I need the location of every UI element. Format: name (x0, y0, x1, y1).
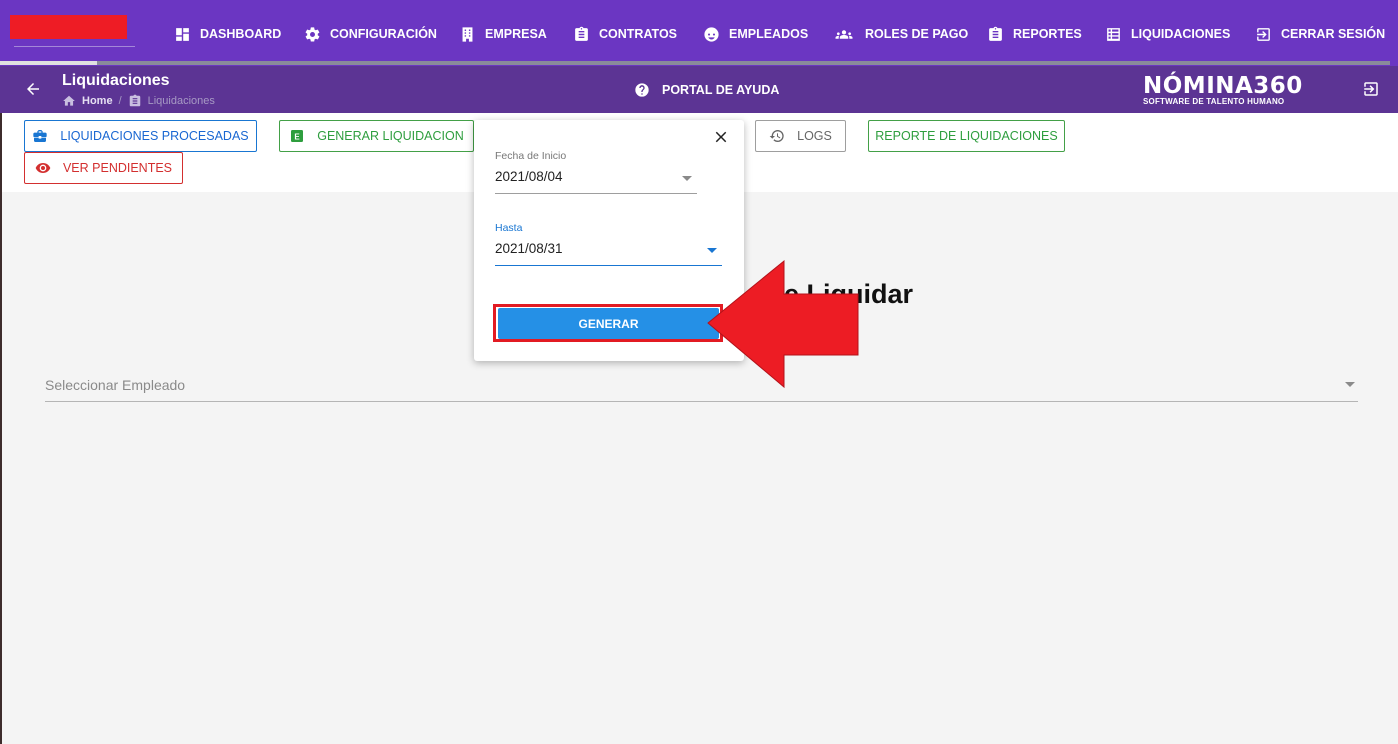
nav-progress-bar (0, 61, 1390, 65)
liquidaciones-procesadas-label: LIQUIDACIONES PROCESADAS (60, 129, 249, 143)
generar-liquidacion-label: GENERAR LIQUIDACION (317, 129, 464, 143)
start-date-value: 2021/08/04 (495, 169, 563, 184)
breadcrumb: Home / Liquidaciones (62, 94, 215, 108)
brand-tagline: SOFTWARE DE TALENTO HUMANO (1143, 97, 1285, 106)
ver-pendientes-label: VER PENDIENTES (62, 161, 173, 175)
nav-dashboard-label: DASHBOARD (200, 27, 282, 41)
end-date-input[interactable]: 2021/08/31 (495, 238, 722, 266)
eye-icon (35, 163, 51, 173)
nav-roles-de-pago[interactable]: ROLES DE PAGO (832, 24, 968, 44)
building-icon (462, 26, 473, 42)
dashboard-icon (176, 27, 189, 41)
gear-icon (305, 26, 320, 42)
page-title: Liquidaciones (62, 72, 170, 89)
history-icon (769, 130, 784, 142)
chevron-down-icon (707, 248, 717, 253)
reporte-liquidaciones-button[interactable]: REPORTE DE LIQUIDACIONES (868, 120, 1065, 152)
home-icon (63, 95, 75, 106)
close-button[interactable] (712, 128, 730, 146)
nav-empleados[interactable]: EMPLEADOS (703, 24, 808, 44)
svg-text:E: E (295, 132, 301, 141)
start-date-input[interactable]: 2021/08/04 (495, 166, 697, 194)
nav-liquidaciones[interactable]: LIQUIDACIONES (1105, 24, 1230, 44)
ver-pendientes-button[interactable]: VER PENDIENTES (24, 152, 183, 184)
nav-configuracion[interactable]: CONFIGURACIÓN (304, 24, 437, 44)
nav-roles-de-pago-label: ROLES DE PAGO (865, 27, 969, 41)
help-portal-link[interactable]: PORTAL DE AYUDA (634, 82, 779, 98)
logout-icon (1364, 82, 1378, 96)
liquidaciones-procesadas-button[interactable]: LIQUIDACIONES PROCESADAS (24, 120, 257, 152)
generate-button[interactable]: GENERAR (498, 308, 719, 339)
logo-divider (14, 46, 135, 47)
group-icon (835, 29, 853, 39)
end-date-field: Hasta 2021/08/31 (495, 222, 722, 266)
nav-configuracion-label: CONFIGURACIÓN (330, 27, 437, 41)
breadcrumb-separator: / (118, 95, 122, 107)
nav-contratos-label: CONTRATOS (599, 27, 678, 41)
start-date-label: Fecha de Inicio (495, 150, 567, 162)
generar-liquidacion-button[interactable]: E GENERAR LIQUIDACION (279, 120, 474, 152)
brand-name: NÓMINA360 (1143, 73, 1303, 99)
page-header: Liquidaciones Home / Liquidaciones PORTA… (0, 66, 1398, 113)
nav-contratos[interactable]: CONTRATOS (573, 24, 677, 44)
top-navbar: DASHBOARD CONFIGURACIÓN EMPRESA CONTRATO… (0, 0, 1398, 66)
nav-empleados-label: EMPLEADOS (729, 27, 809, 41)
main-heading: e Liquidar (784, 279, 914, 309)
chevron-down-icon (1345, 382, 1355, 387)
face-icon (704, 26, 719, 42)
end-date-value: 2021/08/31 (495, 241, 563, 256)
nav-cerrar-sesion[interactable]: CERRAR SESIÓN (1255, 24, 1385, 44)
arrow-back-icon (27, 83, 39, 95)
report-icon (989, 26, 1002, 41)
employee-select[interactable]: Seleccionar Empleado (45, 368, 1358, 402)
reporte-liquidaciones-label: REPORTE DE LIQUIDACIONES (875, 129, 1058, 143)
brand-logo: NÓMINA360 SOFTWARE DE TALENTO HUMANO (1143, 74, 1303, 106)
nav-reportes-label: REPORTES (1013, 27, 1082, 41)
header-logout-button[interactable] (1362, 80, 1380, 98)
nav-dashboard[interactable]: DASHBOARD (174, 24, 281, 44)
company-logo[interactable] (10, 15, 127, 39)
breadcrumb-home[interactable]: Home (82, 95, 113, 107)
left-edge (0, 113, 2, 744)
start-date-field: Fecha de Inicio 2021/08/04 (495, 150, 697, 194)
logs-button[interactable]: LOGS (755, 120, 846, 152)
nav-empresa[interactable]: EMPRESA (459, 24, 547, 44)
employee-select-placeholder: Seleccionar Empleado (45, 377, 186, 393)
logout-icon (1257, 27, 1270, 41)
nav-progress-fill (0, 61, 98, 65)
end-date-label: Hasta (495, 222, 523, 234)
clipboard-icon (129, 94, 140, 107)
clipboard-icon (575, 26, 588, 41)
chevron-down-icon (682, 176, 692, 181)
excel-icon: E (291, 130, 304, 142)
nav-cerrar-sesion-label: CERRAR SESIÓN (1281, 27, 1386, 41)
help-icon (635, 83, 649, 97)
nav-reportes[interactable]: REPORTES (987, 24, 1082, 44)
breadcrumb-current: Liquidaciones (147, 95, 215, 107)
list-icon (1107, 27, 1120, 41)
briefcase-icon (33, 130, 48, 142)
help-portal-label: PORTAL DE AYUDA (662, 83, 780, 97)
nav-empresa-label: EMPRESA (485, 27, 547, 41)
logs-label: LOGS (797, 129, 832, 143)
close-icon (715, 131, 727, 143)
nav-liquidaciones-label: LIQUIDACIONES (1131, 27, 1231, 41)
back-button[interactable] (24, 80, 42, 98)
